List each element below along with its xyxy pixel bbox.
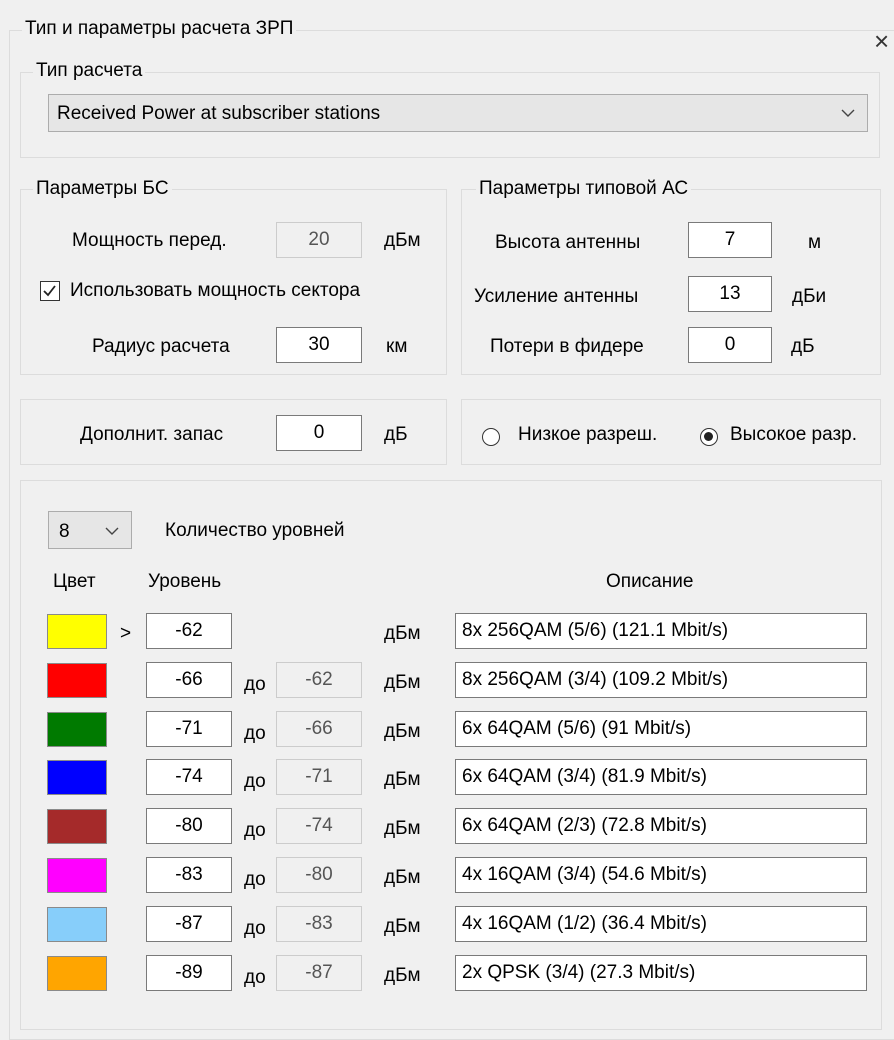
low-resolution-radio[interactable] [482, 428, 500, 446]
calc-type-selected: Received Power at subscriber stations [57, 103, 381, 124]
antenna-height-label: Высота антенны [495, 232, 641, 253]
level-color-swatch[interactable] [47, 760, 107, 795]
column-header-level: Уровень [148, 571, 222, 592]
level-color-swatch[interactable] [47, 712, 107, 747]
level-to-field: -71 [276, 759, 362, 795]
level-to-label: до [244, 723, 266, 744]
extra-margin-label: Дополнит. запас [80, 424, 224, 445]
calc-type-dropdown[interactable]: Received Power at subscriber stations [48, 94, 868, 132]
level-description-field[interactable]: 2x QPSK (3/4) (27.3 Mbit/s) [455, 955, 867, 991]
antenna-gain-label: Усиление антенны [474, 286, 639, 307]
level-color-swatch[interactable] [47, 809, 107, 844]
antenna-gain-unit: дБи [792, 286, 827, 307]
level-from-field[interactable]: -83 [146, 857, 232, 893]
level-unit: дБм [384, 867, 421, 888]
antenna-height-unit: м [808, 232, 822, 253]
level-gt-sign: > [120, 623, 132, 644]
extra-margin-field[interactable]: 0 [276, 415, 362, 451]
level-unit: дБм [384, 721, 421, 742]
level-description-field[interactable]: 6x 64QAM (5/6) (91 Mbit/s) [455, 711, 867, 747]
calc-params-group-title: Тип и параметры расчета ЗРП [22, 18, 297, 40]
level-count-value: 8 [59, 521, 70, 542]
level-to-label: до [244, 869, 266, 890]
level-count-dropdown[interactable]: 8 [48, 511, 132, 549]
level-from-field[interactable]: -89 [146, 955, 232, 991]
level-to-label: до [244, 674, 266, 695]
level-description-field[interactable]: 4x 16QAM (1/2) (36.4 Mbit/s) [455, 906, 867, 942]
level-description-field[interactable]: 6x 64QAM (3/4) (81.9 Mbit/s) [455, 759, 867, 795]
chevron-down-icon [841, 109, 855, 117]
checkmark-icon [43, 285, 56, 297]
use-sector-power-checkbox[interactable] [40, 281, 60, 301]
level-unit: дБм [384, 916, 421, 937]
level-to-field: -62 [276, 662, 362, 698]
level-description-field[interactable]: 8x 256QAM (3/4) (109.2 Mbit/s) [455, 662, 867, 698]
tx-power-field: 20 [276, 222, 362, 258]
level-to-field: -80 [276, 857, 362, 893]
level-color-swatch[interactable] [47, 907, 107, 942]
level-to-field: -74 [276, 808, 362, 844]
level-to-label: до [244, 918, 266, 939]
level-unit: дБм [384, 965, 421, 986]
use-sector-power-label[interactable]: Использовать мощность сектора [70, 280, 360, 302]
feeder-loss-label: Потери в фидере [490, 336, 644, 357]
chevron-down-icon [105, 527, 119, 535]
level-description-field[interactable]: 6x 64QAM (2/3) (72.8 Mbit/s) [455, 808, 867, 844]
level-to-label: до [244, 771, 266, 792]
level-from-field[interactable]: -62 [146, 613, 232, 649]
bs-params-group-title: Параметры БС [33, 178, 172, 200]
tx-power-label: Мощность перед. [72, 230, 227, 251]
level-from-field[interactable]: -80 [146, 808, 232, 844]
calc-type-group-title: Тип расчета [33, 60, 146, 82]
level-count-label: Количество уровней [165, 520, 345, 541]
level-unit: дБм [384, 623, 421, 644]
level-color-swatch[interactable] [47, 956, 107, 991]
extra-margin-unit: дБ [384, 424, 408, 445]
high-resolution-label[interactable]: Высокое разр. [730, 424, 857, 446]
feeder-loss-field[interactable]: 0 [688, 327, 772, 363]
calc-radius-label: Радиус расчета [92, 336, 230, 357]
calc-radius-field[interactable]: 30 [276, 327, 362, 363]
level-description-field[interactable]: 8x 256QAM (5/6) (121.1 Mbit/s) [455, 613, 867, 649]
as-params-group-title: Параметры типовой АС [476, 178, 692, 200]
level-color-swatch[interactable] [47, 614, 107, 649]
antenna-gain-field[interactable]: 13 [688, 276, 772, 312]
level-from-field[interactable]: -74 [146, 759, 232, 795]
level-to-field: -83 [276, 906, 362, 942]
level-description-field[interactable]: 4x 16QAM (3/4) (54.6 Mbit/s) [455, 857, 867, 893]
calc-radius-unit: км [386, 336, 408, 357]
high-resolution-radio[interactable] [700, 428, 718, 446]
level-unit: дБм [384, 672, 421, 693]
level-from-field[interactable]: -66 [146, 662, 232, 698]
level-from-field[interactable]: -71 [146, 711, 232, 747]
antenna-height-field[interactable]: 7 [688, 222, 772, 258]
low-resolution-label[interactable]: Низкое разреш. [518, 424, 657, 446]
column-header-color: Цвет [53, 571, 96, 592]
level-to-field: -87 [276, 955, 362, 991]
level-color-swatch[interactable] [47, 858, 107, 893]
tx-power-unit: дБм [384, 230, 421, 251]
feeder-loss-unit: дБ [791, 336, 815, 357]
level-to-label: до [244, 967, 266, 988]
level-to-label: до [244, 820, 266, 841]
level-unit: дБм [384, 818, 421, 839]
level-unit: дБм [384, 769, 421, 790]
level-to-field: -66 [276, 711, 362, 747]
level-color-swatch[interactable] [47, 663, 107, 698]
column-header-description: Описание [606, 571, 694, 592]
levels-group [20, 480, 882, 1030]
level-from-field[interactable]: -87 [146, 906, 232, 942]
